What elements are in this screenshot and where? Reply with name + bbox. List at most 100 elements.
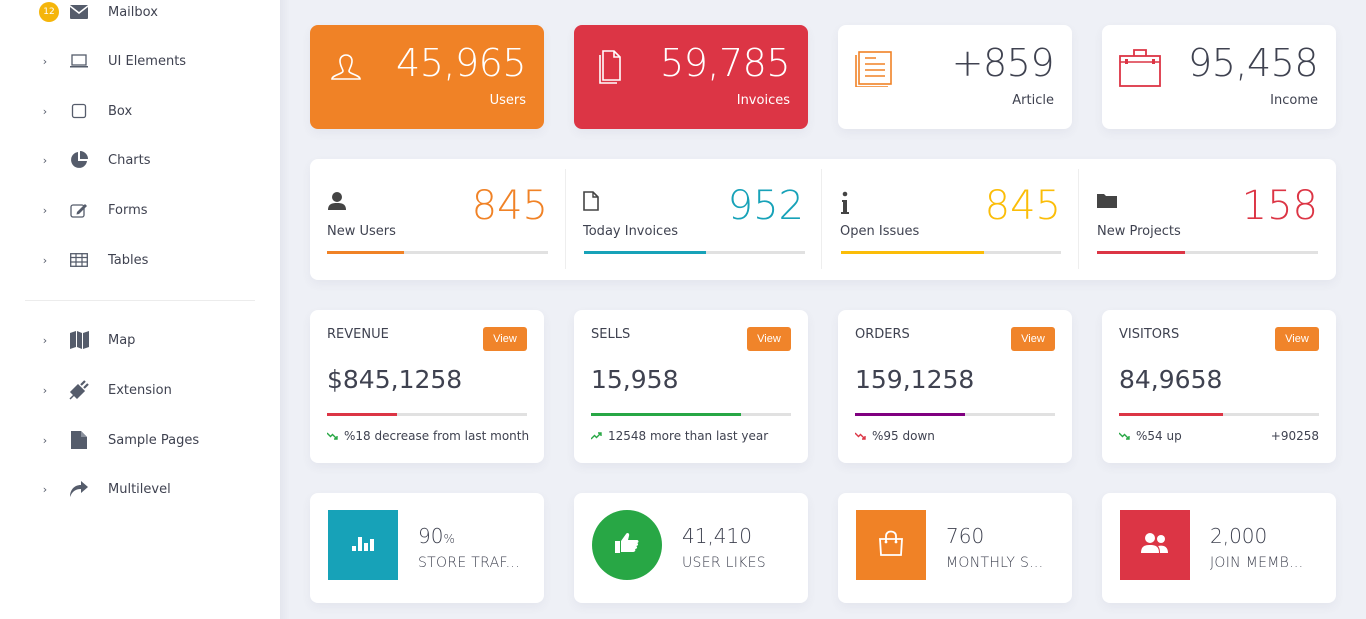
- mailbox-count-badge: 12: [39, 2, 59, 22]
- user-outline-icon: [326, 47, 366, 87]
- chevron-right-icon: ›: [42, 383, 48, 397]
- thumbs-up-icon: [615, 532, 639, 558]
- info-label: JOIN MEMB...: [1210, 555, 1304, 571]
- bar-chart-icon: [352, 535, 374, 555]
- trend-down-icon: [326, 429, 338, 443]
- plug-icon: [69, 380, 89, 400]
- briefcase-icon: [1118, 47, 1161, 87]
- income-card[interactable]: 95,458 Income: [1102, 25, 1336, 129]
- info-box-icon-bg: [1120, 510, 1190, 580]
- sidebar-item-label: Sample Pages: [108, 432, 200, 448]
- stat-label: Open Issues: [840, 224, 920, 239]
- sidebar-item-label: Charts: [108, 152, 151, 168]
- user-icon: [327, 191, 347, 213]
- sidebar-item-box[interactable]: › Box: [0, 96, 280, 126]
- invoices-label: Invoices: [736, 93, 790, 108]
- stat-new-users[interactable]: 845 New Users: [310, 159, 566, 280]
- info-box-icon-bg: [592, 510, 662, 580]
- stat-label: New Users: [327, 224, 396, 239]
- sidebar-item-mailbox[interactable]: 12 Mailbox: [0, 0, 280, 27]
- sidebar-item-multilevel[interactable]: › Multilevel: [0, 474, 280, 504]
- file-icon: [69, 430, 89, 450]
- progress-fill: [327, 413, 397, 416]
- stat-open-issues[interactable]: 845 Open Issues: [823, 159, 1079, 280]
- stat-today-invoices[interactable]: 952 Today Invoices: [566, 159, 822, 280]
- view-button[interactable]: View: [483, 327, 527, 351]
- sidebar-item-label: UI Elements: [108, 53, 187, 69]
- sidebar-item-ui-elements[interactable]: › UI Elements: [0, 46, 280, 76]
- trend-up-icon: [590, 429, 602, 443]
- users-count: 45,965: [396, 41, 526, 85]
- view-button[interactable]: View: [747, 327, 791, 351]
- progress-fill: [1119, 413, 1223, 416]
- store-traffic-card[interactable]: 90% STORE TRAF...: [310, 493, 544, 603]
- info-label: MONTHLY S...: [946, 555, 1044, 571]
- info-value: 760: [946, 524, 985, 548]
- trend-down-icon: [1118, 429, 1130, 443]
- sells-card: SELLS View 15,958 12548 more than last y…: [574, 310, 808, 463]
- stat-value: 158: [1241, 183, 1318, 229]
- stat-value: 845: [984, 183, 1061, 229]
- sidebar-divider: [25, 300, 255, 301]
- users-label: Users: [489, 93, 526, 108]
- sidebar-item-label: Box: [108, 103, 133, 119]
- sidebar-item-label: Mailbox: [108, 4, 158, 20]
- visitors-card: VISITORS View 84,9658 %54 up +90258: [1102, 310, 1336, 463]
- chevron-right-icon: ›: [42, 482, 48, 496]
- users-icon: [1141, 532, 1169, 558]
- info-box-icon-bg: [856, 510, 926, 580]
- chevron-right-icon: ›: [42, 253, 48, 267]
- trend-down-icon: [854, 429, 866, 443]
- article-icon: [854, 47, 894, 88]
- pie-chart-icon: [69, 150, 89, 170]
- trend-note: %95 down: [872, 429, 935, 443]
- view-button[interactable]: View: [1275, 327, 1319, 351]
- sidebar-item-charts[interactable]: › Charts: [0, 145, 280, 175]
- trend-note: 12548 more than last year: [608, 429, 769, 443]
- card-amount: $845,1258: [327, 365, 463, 394]
- sidebar-item-label: Map: [108, 332, 136, 348]
- sidebar-item-sample-pages[interactable]: › Sample Pages: [0, 425, 280, 455]
- info-box-icon-bg: [328, 510, 398, 580]
- progress-track: [1097, 251, 1318, 254]
- chevron-right-icon: ›: [42, 333, 48, 347]
- article-card[interactable]: +859 Article: [838, 25, 1072, 129]
- stat-new-projects[interactable]: 158 New Projects: [1080, 159, 1336, 280]
- monthly-sales-card[interactable]: 760 MONTHLY S...: [838, 493, 1072, 603]
- invoices-card[interactable]: 59,785 Invoices: [574, 25, 808, 129]
- info-value: 2,000: [1210, 524, 1268, 548]
- sidebar-item-tables[interactable]: › Tables: [0, 245, 280, 275]
- card-amount: 159,1258: [855, 365, 975, 394]
- stat-label: New Projects: [1097, 224, 1181, 239]
- chevron-right-icon: ›: [42, 433, 48, 447]
- folder-icon: [1097, 191, 1117, 213]
- card-title: REVENUE: [327, 327, 389, 342]
- progress-fill: [855, 413, 965, 416]
- info-label: STORE TRAF...: [418, 555, 520, 571]
- card-title: SELLS: [591, 327, 631, 342]
- square-icon: [69, 101, 89, 121]
- trend-note: %54 up: [1136, 429, 1182, 443]
- map-icon: [69, 330, 89, 350]
- sidebar-item-extension[interactable]: › Extension: [0, 375, 280, 405]
- info-label: USER LIKES: [682, 555, 766, 571]
- card-title: ORDERS: [855, 327, 910, 342]
- view-button[interactable]: View: [1011, 327, 1055, 351]
- revenue-card: REVENUE View $845,1258 %18 decrease from…: [310, 310, 544, 463]
- join-members-card[interactable]: 2,000 JOIN MEMB...: [1102, 493, 1336, 603]
- article-label: Article: [1012, 93, 1054, 108]
- sidebar-item-forms[interactable]: › Forms: [0, 195, 280, 225]
- info-value: 90%: [418, 524, 455, 548]
- progress-track: [327, 251, 548, 254]
- envelope-icon: [69, 2, 89, 22]
- invoices-count: 59,785: [660, 41, 790, 85]
- stat-value: 845: [471, 183, 548, 229]
- sidebar-item-map[interactable]: › Map: [0, 325, 280, 355]
- chevron-right-icon: ›: [42, 203, 48, 217]
- users-card[interactable]: 45,965 Users: [310, 25, 544, 129]
- user-likes-card[interactable]: 41,410 USER LIKES: [574, 493, 808, 603]
- sidebar-item-label: Forms: [108, 202, 148, 218]
- progress-track: [1119, 413, 1319, 416]
- sidebar-item-label: Multilevel: [108, 481, 171, 497]
- stat-value: 952: [727, 183, 804, 229]
